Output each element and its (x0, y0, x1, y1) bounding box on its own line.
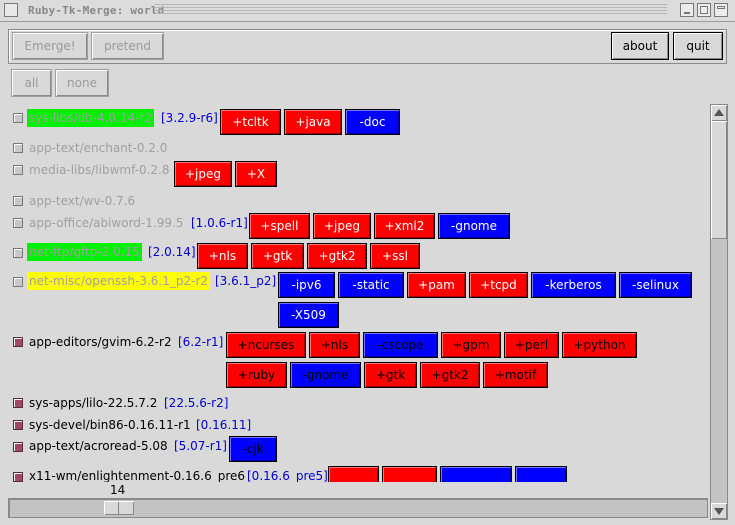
use-flag[interactable]: +jpeg (313, 213, 371, 239)
window-titlebar: Ruby-Tk-Merge: world (0, 0, 735, 22)
package-checkbox[interactable] (13, 420, 23, 430)
select-none-button[interactable]: none (55, 69, 109, 97)
use-flag[interactable]: +python (562, 332, 637, 358)
use-flag[interactable] (382, 466, 437, 482)
use-flag[interactable] (440, 466, 512, 482)
scale-value: 14 (110, 483, 126, 497)
package-name: app-text/wv-0.7.6 (29, 194, 136, 208)
package-name: media-libs/libwmf-0.2.8 (29, 163, 170, 177)
window-menu-icon[interactable] (4, 3, 18, 17)
use-flag[interactable]: -static (338, 272, 404, 298)
use-flag[interactable]: +tcpd (469, 272, 528, 298)
use-flag[interactable]: -cscope (363, 332, 438, 358)
use-flag[interactable]: +gpm (441, 332, 501, 358)
use-flag[interactable]: +spell (249, 213, 310, 239)
use-flag[interactable]: +nls (309, 332, 360, 358)
use-flag[interactable] (328, 466, 379, 482)
use-flag[interactable]: -kerberos (531, 272, 616, 298)
package-checkbox[interactable] (13, 218, 23, 228)
maximize-icon[interactable] (697, 3, 711, 17)
package-name: sys-apps/lilo-22.5.7.2 (29, 396, 158, 410)
scroll-thumb[interactable] (711, 121, 727, 239)
package-name: app-text/enchant-0.2.0 (29, 141, 168, 155)
package-checkbox[interactable] (13, 472, 23, 482)
scroll-up-icon[interactable] (711, 105, 727, 121)
use-flag[interactable]: +gtk2 (420, 362, 480, 388)
package-checkbox[interactable] (13, 165, 23, 175)
package-checkbox[interactable] (13, 248, 23, 258)
minimize-icon[interactable] (680, 3, 694, 17)
use-flag[interactable]: +xml2 (374, 213, 435, 239)
use-flag[interactable]: -cjk (229, 436, 277, 462)
about-button[interactable]: about (611, 32, 669, 60)
package-checkbox[interactable] (13, 337, 23, 347)
package-version: [22.5.6-r2] (164, 396, 229, 410)
window-title: Ruby-Tk-Merge: world (28, 4, 165, 17)
package-version: [5.07-r1] (174, 439, 227, 453)
use-flag[interactable]: -doc (345, 109, 400, 135)
use-flag[interactable] (515, 466, 567, 482)
use-flag[interactable]: +ssl (370, 243, 420, 269)
package-version: [2.0.14] (148, 245, 196, 259)
use-flag[interactable]: +gtk (251, 243, 304, 269)
package-checkbox[interactable] (13, 143, 23, 153)
use-flag[interactable]: +gtk (364, 362, 417, 388)
use-flag[interactable]: -X509 (278, 302, 339, 328)
package-name: sys-devel/bin86-0.16.11-r1 (29, 418, 191, 432)
use-flag[interactable]: +X (235, 161, 277, 187)
package-checkbox[interactable] (13, 442, 23, 452)
use-flag[interactable]: -gnome (438, 213, 510, 239)
package-name: net-ftp/gftp-2.0.15 (27, 243, 142, 261)
use-flag[interactable]: +java (284, 109, 342, 135)
package-name: sys-libs/db-4.0.14-r2 (27, 109, 155, 127)
package-list: sys-libs/db-4.0.14-r2 [3.2.9-r6] +tcltk … (8, 104, 710, 482)
package-version: [0.16.6_pre5] (247, 469, 328, 482)
select-all-button[interactable]: all (11, 69, 52, 97)
shade-icon[interactable] (714, 3, 728, 17)
package-version: [6.2-r1] (178, 335, 224, 349)
scroll-down-icon[interactable] (711, 503, 727, 519)
package-name: app-text/acroread-5.08 (29, 439, 168, 453)
package-checkbox[interactable] (13, 398, 23, 408)
package-checkbox[interactable] (13, 113, 23, 123)
use-flag[interactable]: -selinux (619, 272, 692, 298)
titlebar-stripes (155, 4, 667, 16)
use-flag[interactable]: +ncurses (226, 332, 306, 358)
use-flag[interactable]: +motif (483, 362, 548, 388)
vertical-scrollbar[interactable] (710, 104, 728, 520)
use-flag[interactable]: +jpeg (174, 161, 232, 187)
package-version: [0.16.11] (196, 418, 252, 432)
use-flag[interactable]: -gnome (290, 362, 361, 388)
use-flag[interactable]: +pam (407, 272, 466, 298)
package-name: app-office/abiword-1.99.5 (29, 216, 184, 230)
package-name: app-editors/gvim-6.2-r2 (29, 335, 172, 349)
emerge-button[interactable]: Emerge! (12, 32, 88, 60)
use-flag[interactable]: +ruby (226, 362, 287, 388)
package-name: net-misc/openssh-3.6.1_p2-r2 (27, 272, 211, 290)
scale-slider[interactable] (104, 501, 134, 515)
package-checkbox[interactable] (13, 277, 23, 287)
package-name: x11-wm/enlightenment-0.16.6_pre6 (29, 469, 246, 482)
use-flag[interactable]: +tcltk (220, 109, 281, 135)
package-version: [1.0.6-r1] (191, 216, 248, 230)
package-checkbox[interactable] (13, 196, 23, 206)
horizontal-scale[interactable] (8, 498, 708, 518)
use-flag[interactable]: -ipv6 (278, 272, 335, 298)
use-flag[interactable]: +gtk2 (307, 243, 367, 269)
package-version: [3.2.9-r6] (161, 111, 218, 125)
package-version: [3.6.1_p2] (215, 274, 277, 288)
pretend-button[interactable]: pretend (91, 32, 164, 60)
use-flag[interactable]: +nls (197, 243, 248, 269)
use-flag[interactable]: +perl (504, 332, 559, 358)
quit-button[interactable]: quit (673, 32, 723, 60)
